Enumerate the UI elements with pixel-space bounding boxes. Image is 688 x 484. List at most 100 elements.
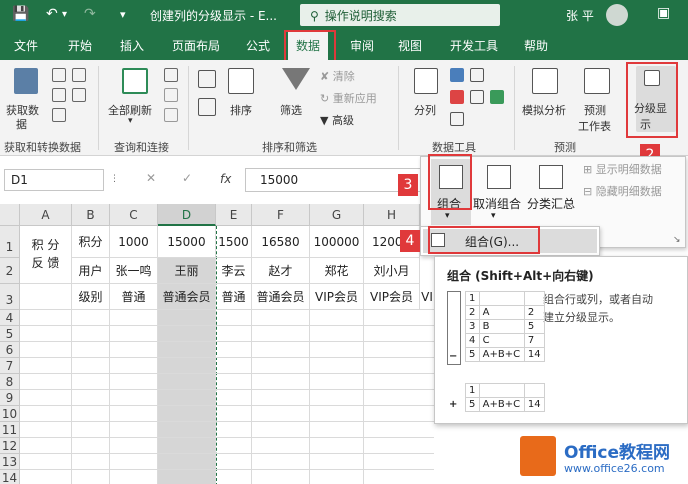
row-header[interactable]: 6 xyxy=(0,342,20,358)
enter-icon[interactable]: ✓ xyxy=(182,171,192,185)
queries-connections-icon[interactable] xyxy=(164,68,178,82)
row-header[interactable]: 2 xyxy=(0,258,20,284)
cell[interactable]: 1000 xyxy=(110,226,158,258)
row-header[interactable]: 9 xyxy=(0,390,20,406)
forecast-sheet-button[interactable]: 预测 xyxy=(584,102,606,118)
column-header[interactable]: A xyxy=(20,204,72,226)
dialog-launcher-icon[interactable]: ↘ xyxy=(673,235,681,245)
row-header[interactable]: 3 xyxy=(0,284,20,310)
cell[interactable]: 用户 xyxy=(72,258,110,284)
cell[interactable]: 100000 xyxy=(310,226,364,258)
cell[interactable]: 王丽 xyxy=(158,258,216,284)
tab-view[interactable]: 视图 xyxy=(398,37,422,54)
column-header[interactable]: G xyxy=(310,204,364,226)
existing-connections-icon[interactable] xyxy=(72,88,86,102)
cell[interactable]: 赵才 xyxy=(252,258,310,284)
row-header[interactable]: 10 xyxy=(0,406,20,422)
column-header-selected[interactable]: D xyxy=(158,204,216,226)
row-header[interactable]: 4 xyxy=(0,310,20,326)
cell[interactable]: 李云 xyxy=(216,258,252,284)
insert-function-icon[interactable]: fx xyxy=(220,172,231,186)
cell-active[interactable]: 15000 xyxy=(158,226,216,258)
remove-duplicates-icon[interactable] xyxy=(450,90,464,104)
cell[interactable]: 张一鸣 xyxy=(110,258,158,284)
ribbon-display-icon[interactable]: ▣ xyxy=(657,5,670,21)
search-box[interactable]: ⚲ 操作说明搜索 xyxy=(300,4,500,26)
manage-data-model-icon[interactable] xyxy=(490,90,504,104)
name-box[interactable]: D1 xyxy=(4,169,104,191)
cell[interactable]: 级别 xyxy=(72,284,110,310)
hide-detail-button[interactable]: ⊟ 隐藏明细数据 xyxy=(583,183,662,199)
clear-filter-button[interactable]: ✘ 清除 xyxy=(320,68,355,84)
cell[interactable]: VI xyxy=(420,284,434,310)
subtotal-button[interactable]: 分类汇总 xyxy=(527,195,575,212)
consolidate-icon[interactable] xyxy=(470,68,484,82)
select-all-corner[interactable] xyxy=(0,204,20,226)
undo-dropdown-icon[interactable]: ▾ xyxy=(62,9,67,20)
reapply-button[interactable]: ↻ 重新应用 xyxy=(320,90,377,106)
tab-help[interactable]: 帮助 xyxy=(524,37,548,54)
tab-formulas[interactable]: 公式 xyxy=(246,37,270,54)
sort-az-icon[interactable] xyxy=(198,70,216,88)
cell[interactable]: 1500 xyxy=(216,226,252,258)
empty-cells[interactable] xyxy=(20,310,434,484)
row-header[interactable]: 14 xyxy=(0,470,20,484)
filter-button[interactable]: 筛选 xyxy=(280,102,302,118)
tab-file[interactable]: 文件 xyxy=(14,37,38,54)
data-validation-icon[interactable] xyxy=(450,112,464,126)
show-detail-button[interactable]: ⊞ 显示明细数据 xyxy=(583,161,662,177)
flash-fill-icon[interactable] xyxy=(450,68,464,82)
column-header[interactable]: E xyxy=(216,204,252,226)
row-header[interactable]: 5 xyxy=(0,326,20,342)
edit-links-icon[interactable] xyxy=(164,108,178,122)
cell-a-merged[interactable]: 积 分 反 馈 xyxy=(20,226,72,284)
tab-insert[interactable]: 插入 xyxy=(120,37,144,54)
what-if-analysis-button[interactable]: 模拟分析 xyxy=(522,102,566,118)
cell[interactable] xyxy=(20,284,72,310)
from-table-icon[interactable] xyxy=(52,108,66,122)
row-header[interactable]: 8 xyxy=(0,374,20,390)
cell[interactable]: 16580 xyxy=(252,226,310,258)
formula-input[interactable]: 15000 xyxy=(245,168,420,192)
cell[interactable]: 郑花 xyxy=(310,258,364,284)
ungroup-dropdown-icon[interactable]: ▾ xyxy=(491,211,496,221)
save-icon[interactable]: 💾 xyxy=(12,6,29,22)
sort-button[interactable]: 排序 xyxy=(230,102,252,118)
cell[interactable]: 刘小月 xyxy=(364,258,420,284)
row-header[interactable]: 1 xyxy=(0,226,20,258)
tab-developer[interactable]: 开发工具 xyxy=(450,37,498,54)
column-header[interactable]: B xyxy=(72,204,110,226)
from-text-icon[interactable] xyxy=(52,68,66,82)
cell[interactable]: VIP会员 xyxy=(364,284,420,310)
refresh-dropdown-icon[interactable]: ▾ xyxy=(128,116,133,126)
tab-review[interactable]: 审阅 xyxy=(350,37,374,54)
text-to-columns-button[interactable]: 分列 xyxy=(414,102,436,118)
row-header[interactable]: 13 xyxy=(0,454,20,470)
column-header[interactable]: C xyxy=(110,204,158,226)
relationships-icon[interactable] xyxy=(470,90,484,104)
ungroup-button[interactable]: 取消组合 xyxy=(473,195,521,212)
recent-sources-icon[interactable] xyxy=(72,68,86,82)
cell[interactable]: 普通 xyxy=(216,284,252,310)
advanced-filter-button[interactable]: ▼ 高级 xyxy=(320,112,354,128)
cancel-icon[interactable]: ✕ xyxy=(146,171,156,185)
column-header[interactable]: H xyxy=(364,204,420,226)
cell[interactable]: 普通会员 xyxy=(252,284,310,310)
properties-icon[interactable] xyxy=(164,88,178,102)
cell[interactable]: 积分 xyxy=(72,226,110,258)
cell[interactable]: VIP会员 xyxy=(310,284,364,310)
cell[interactable]: 普通会员 xyxy=(158,284,216,310)
row-header[interactable]: 11 xyxy=(0,422,20,438)
cell[interactable]: 普通 xyxy=(110,284,158,310)
user-name[interactable]: 张 平 xyxy=(566,7,594,24)
row-header[interactable]: 12 xyxy=(0,438,20,454)
from-web-icon[interactable] xyxy=(52,88,66,102)
sort-za-icon[interactable] xyxy=(198,98,216,116)
tab-home[interactable]: 开始 xyxy=(68,37,92,54)
column-header[interactable]: F xyxy=(252,204,310,226)
redo-icon[interactable]: ↷ xyxy=(84,6,96,22)
tab-page-layout[interactable]: 页面布局 xyxy=(172,37,220,54)
customize-qat-icon[interactable]: ▾ xyxy=(120,8,126,21)
undo-icon[interactable]: ↶ xyxy=(46,6,58,22)
more-options-icon[interactable]: ⋮ xyxy=(110,174,119,184)
